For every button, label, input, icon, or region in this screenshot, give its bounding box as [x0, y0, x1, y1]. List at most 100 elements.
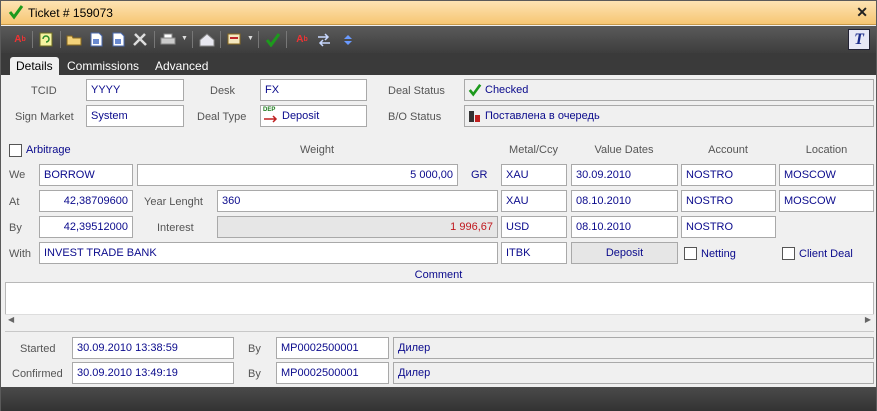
tab-details[interactable]: Details [10, 57, 59, 75]
copy-icon[interactable] [225, 31, 243, 48]
scroll-left-icon[interactable]: ◀ [8, 315, 14, 324]
bo-status-field: Поставлена в очередь [464, 105, 874, 127]
started-by-role-field: Дилер [393, 337, 874, 359]
confirmed-label: Confirmed [12, 368, 63, 380]
weight-field[interactable]: 5 000,00 [137, 164, 458, 186]
we-direction-field[interactable]: BORROW [39, 164, 133, 186]
value-dates-header: Value Dates [594, 144, 654, 156]
deal-type-value: Deposit [282, 110, 320, 122]
tcid-label: TCID [31, 85, 57, 97]
arbitrage-label: Arbitrage [26, 144, 71, 156]
deal-type-label: Deal Type [197, 111, 247, 123]
at-label: At [9, 196, 20, 208]
location-header: Location [805, 144, 848, 156]
we-metal-field[interactable]: XAU [501, 164, 567, 186]
started-by-id-field: MP0002500001 [276, 337, 389, 359]
client-deal-label: Client Deal [799, 248, 853, 260]
checkmark-icon [8, 5, 24, 20]
started-label: Started [20, 343, 56, 355]
chevron-down-icon[interactable]: ▼ [247, 35, 254, 42]
deal-type-display: Deposit [571, 242, 678, 264]
open-folder-icon[interactable] [65, 31, 83, 48]
queue-icon [469, 111, 480, 122]
scroll-right-icon[interactable]: ▶ [865, 315, 871, 324]
at-metal-field[interactable]: XAU [501, 190, 567, 212]
tab-commissions[interactable]: Commissions [67, 57, 139, 75]
status-bar [1, 387, 876, 411]
deal-status-label: Deal Status [388, 85, 445, 97]
by-account-field[interactable]: NOSTRO [681, 216, 776, 238]
confirmed-by-role-field: Дилер [393, 362, 874, 384]
chevron-down-icon[interactable]: ▼ [181, 35, 188, 42]
ticket-window: Ticket # 159073 ✕ Ab ▼ ▼ A b T Details C… [0, 0, 877, 411]
by-date-field[interactable]: 08.10.2010 [571, 216, 678, 238]
toolbar: Ab ▼ ▼ A b T [1, 26, 876, 53]
tab-advanced[interactable]: Advanced [155, 57, 208, 75]
toolbar-separator [32, 31, 33, 48]
deposit-icon: DEP [263, 107, 276, 113]
client-deal-checkbox[interactable] [782, 247, 795, 260]
sign-market-field[interactable]: System [86, 105, 184, 127]
year-length-label: Year Lenght [144, 196, 203, 208]
ab-icon[interactable]: Ab [11, 31, 29, 48]
started-by-label: By [248, 343, 261, 355]
close-icon[interactable]: ✕ [856, 4, 868, 21]
comment-scrollbar[interactable]: ◀ ▶ [5, 314, 874, 327]
we-label: We [9, 169, 26, 181]
we-account-field[interactable]: NOSTRO [681, 164, 776, 186]
toolbar-separator [154, 31, 155, 48]
comment-label: Comment [414, 269, 463, 281]
arrows-icon [264, 115, 278, 123]
window-title: Ticket # 159073 [28, 6, 113, 20]
with-label: With [9, 248, 31, 260]
arrows-icon[interactable] [315, 31, 333, 48]
tab-bar: Details Commissions Advanced [1, 53, 876, 75]
toolbar-separator [286, 31, 287, 48]
toolbar-separator [60, 31, 61, 48]
started-time-field: 30.09.2010 13:38:59 [72, 337, 234, 359]
account-header: Account [708, 144, 748, 156]
we-location-field[interactable]: MOSCOW [779, 164, 874, 186]
by-label: By [9, 222, 22, 234]
divider [5, 331, 874, 332]
desk-label: Desk [210, 85, 236, 97]
document-icon[interactable] [109, 31, 127, 48]
checkmark-icon[interactable] [264, 31, 282, 48]
counterparty-code-field[interactable]: ITBK [501, 242, 567, 264]
at-location-field[interactable]: MOSCOW [779, 190, 874, 212]
tcid-field[interactable]: YYYY [86, 79, 184, 101]
tools-icon[interactable] [131, 31, 149, 48]
interest-field: 1 996,67 [217, 216, 498, 238]
at-date-field[interactable]: 08.10.2010 [571, 190, 678, 212]
app-logo: T [848, 29, 870, 50]
we-date-field[interactable]: 30.09.2010 [571, 164, 678, 186]
netting-label: Netting [701, 248, 736, 260]
year-length-field[interactable]: 360 [217, 190, 498, 212]
counterparty-field[interactable]: INVEST TRADE BANK [39, 242, 498, 264]
document-icon[interactable] [87, 31, 105, 48]
swap-icon[interactable] [339, 31, 357, 48]
desk-field[interactable]: FX [260, 79, 367, 101]
bo-status-value: Поставлена в очередь [485, 110, 600, 122]
netting-checkbox[interactable] [684, 247, 697, 260]
home-icon[interactable] [198, 31, 216, 48]
at-rate-field[interactable]: 42,38709600 [39, 190, 133, 212]
interest-label: Interest [157, 222, 194, 234]
ab-icon[interactable]: Ab [293, 31, 311, 48]
refresh-icon[interactable] [37, 31, 55, 48]
arbitrage-checkbox[interactable] [9, 144, 22, 157]
deal-status-field: Checked [464, 79, 874, 101]
confirmed-time-field: 30.09.2010 13:49:19 [72, 362, 234, 384]
weight-unit: GR [471, 169, 488, 181]
by-rate-field[interactable]: 42,39512000 [39, 216, 133, 238]
print-icon[interactable] [159, 31, 177, 48]
bo-status-label: B/O Status [388, 111, 442, 123]
confirmed-by-id-field: MP0002500001 [276, 362, 389, 384]
confirmed-by-label: By [248, 368, 261, 380]
toolbar-separator [192, 31, 193, 48]
by-ccy-field[interactable]: USD [501, 216, 567, 238]
deal-type-field[interactable]: DEP Deposit [260, 105, 367, 127]
metal-header: Metal/Ccy [509, 144, 558, 156]
toolbar-separator [220, 31, 221, 48]
at-account-field[interactable]: NOSTRO [681, 190, 776, 212]
